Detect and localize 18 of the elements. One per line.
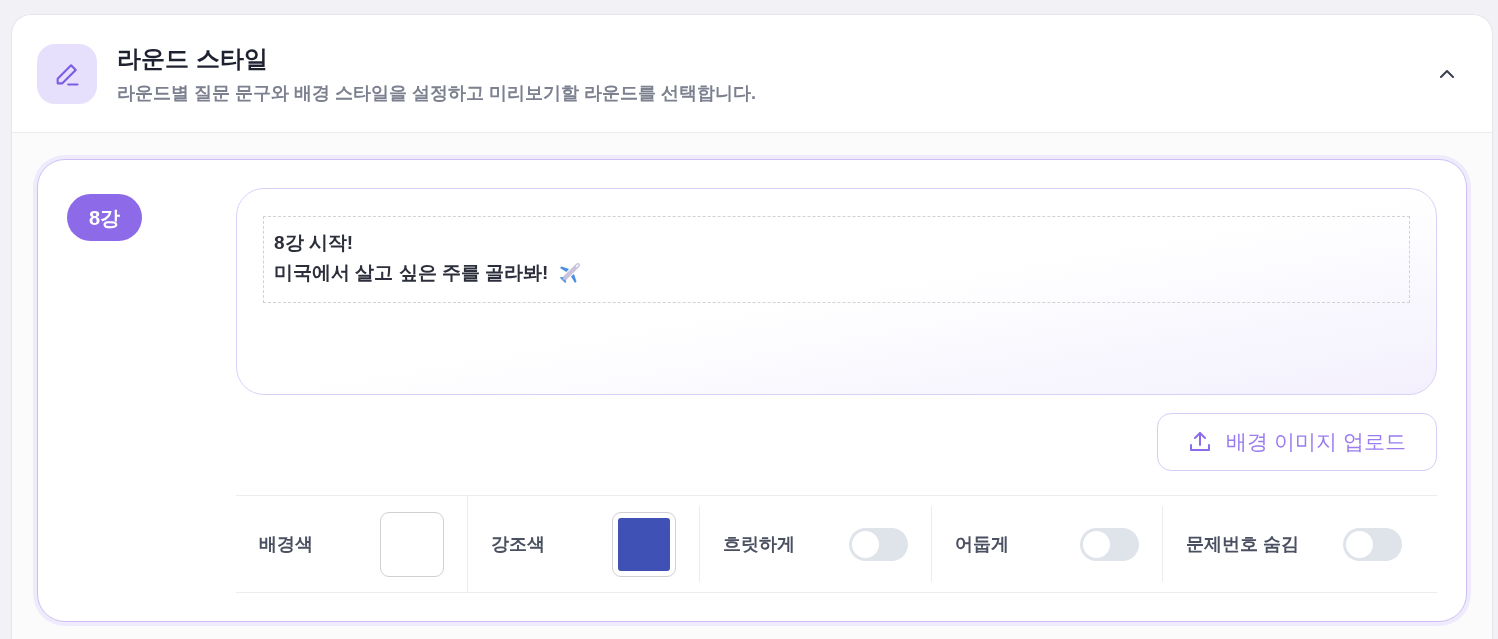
pencil-icon	[37, 43, 97, 104]
setting-label: 배경색	[259, 532, 313, 556]
color-swatch[interactable]	[612, 511, 676, 577]
color-swatch[interactable]	[380, 511, 444, 577]
setting-label: 흐릿하게	[723, 532, 795, 556]
question-field[interactable]: 8강 시작! 미국에서 살고 싶은 주를 골라봐!	[263, 216, 1410, 303]
toggle-switch[interactable]	[849, 527, 908, 561]
toggle-switch[interactable]	[1080, 527, 1139, 561]
setting-label: 문제번호 숨김	[1186, 532, 1299, 556]
toggle-switch[interactable]	[1343, 527, 1402, 561]
collapse-chevron-icon[interactable]	[1440, 69, 1454, 78]
panel-description: 라운드별 질문 문구와 배경 스타일을 설정하고 미리보기할 라운드를 선택합니다.	[117, 81, 756, 104]
setting-label: 어둡게	[955, 532, 1009, 556]
upload-icon	[1188, 430, 1213, 454]
round-badge: 8강	[67, 194, 142, 241]
airplane-icon	[558, 261, 583, 285]
setting-label: 강조색	[491, 532, 545, 556]
panel-title: 라운드 스타일	[117, 43, 268, 73]
